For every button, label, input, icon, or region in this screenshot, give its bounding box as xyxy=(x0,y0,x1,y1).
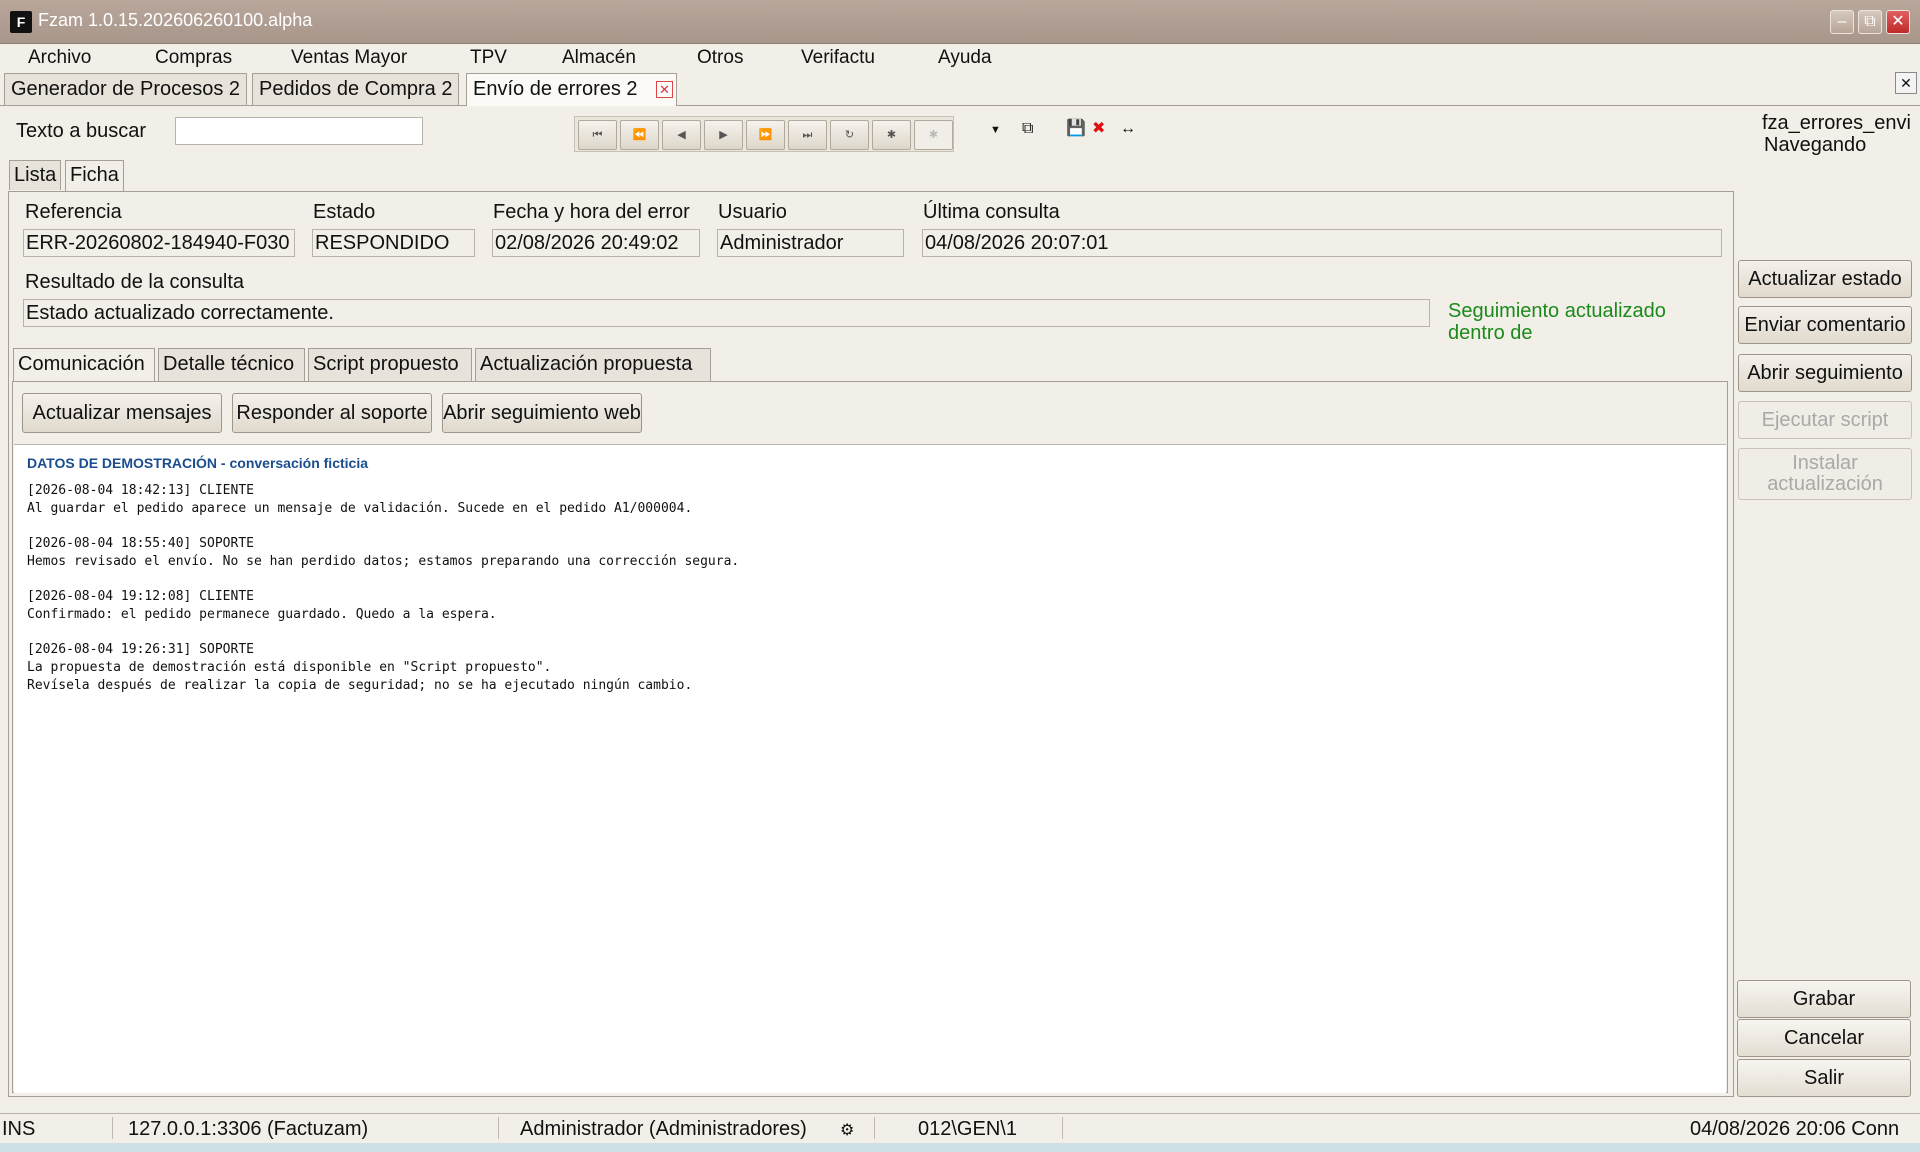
tab-ficha[interactable]: Ficha xyxy=(65,160,124,191)
estado-field[interactable]: RESPONDIDO xyxy=(312,229,475,257)
message-header: [2026-08-04 18:42:13] CLIENTE xyxy=(27,483,254,498)
last-record-button[interactable]: ⏭ xyxy=(788,120,827,150)
referencia-field[interactable]: ERR-20260802-184940-F030 xyxy=(23,229,295,257)
message-header: [2026-08-04 18:55:40] SOPORTE xyxy=(27,536,254,551)
reply-support-button[interactable]: Responder al soporte xyxy=(232,393,432,433)
cancel-button[interactable]: Cancelar xyxy=(1737,1019,1911,1057)
run-script-button[interactable]: Ejecutar script xyxy=(1738,401,1912,439)
exit-button[interactable]: Salir xyxy=(1737,1059,1911,1097)
fecha-error-field[interactable]: 02/08/2026 20:49:02 xyxy=(492,229,700,257)
message-header: [2026-08-04 19:26:31] SOPORTE xyxy=(27,642,254,657)
menu-ventas-mayor[interactable]: Ventas Mayor xyxy=(291,47,407,69)
menu-ayuda[interactable]: Ayuda xyxy=(938,47,992,69)
status-divider xyxy=(1062,1117,1063,1139)
fecha-error-label: Fecha y hora del error xyxy=(493,201,690,223)
tab-comunicacion[interactable]: Comunicación xyxy=(13,348,155,382)
referencia-label: Referencia xyxy=(25,201,122,223)
tracking-note: Seguimiento actualizado dentro de xyxy=(1448,300,1666,344)
menu-tpv[interactable]: TPV xyxy=(470,47,507,69)
status-divider xyxy=(874,1117,875,1139)
next-page-button[interactable]: ⏩ xyxy=(746,120,785,150)
refresh-messages-button[interactable]: Actualizar mensajes xyxy=(22,393,222,433)
status-divider xyxy=(498,1117,499,1139)
resize-horizontal-icon[interactable]: ↔ xyxy=(1120,119,1136,139)
tab-envio-errores[interactable]: Envío de errores 2 xyxy=(466,73,677,106)
status-divider xyxy=(112,1117,113,1139)
cancel-edit-button[interactable]: ✱ xyxy=(914,120,953,150)
user-status-icon: ⚙ xyxy=(840,1122,855,1139)
menu-compras[interactable]: Compras xyxy=(155,47,232,69)
save-disk-icon[interactable]: 💾 xyxy=(1066,119,1086,139)
menu-archivo[interactable]: Archivo xyxy=(28,47,91,69)
module-state: Navegando xyxy=(1764,134,1867,156)
message-header: [2026-08-04 19:12:08] CLIENTE xyxy=(27,589,254,604)
status-bar: INS 127.0.0.1:3306 (Factuzam) Administra… xyxy=(0,1113,1920,1143)
search-label: Texto a buscar xyxy=(16,120,147,142)
restore-button[interactable]: ⧉ xyxy=(1858,10,1882,34)
menu-verifactu[interactable]: Verifactu xyxy=(801,47,875,69)
messages-area[interactable]: DATOS DE DEMOSTRACIÓN - conversación fic… xyxy=(14,444,1726,1093)
menu-almacen[interactable]: Almacén xyxy=(562,47,636,69)
refresh-button[interactable]: ↻ xyxy=(830,120,869,150)
update-status-button[interactable]: Actualizar estado xyxy=(1738,260,1912,298)
search-input[interactable] xyxy=(175,117,423,145)
delete-icon[interactable]: ✖ xyxy=(1092,119,1105,139)
window-close-button[interactable]: ✕ xyxy=(1886,10,1910,34)
open-web-tracking-button[interactable]: Abrir seguimiento web xyxy=(442,393,642,433)
close-tab-icon[interactable]: ✕ xyxy=(656,81,673,98)
prev-page-button[interactable]: ⏪ xyxy=(620,120,659,150)
tab-envio-errores-label: Envío de errores 2 xyxy=(473,78,638,100)
message-body: Confirmado: el pedido permanece guardado… xyxy=(27,607,497,622)
tab-lista[interactable]: Lista xyxy=(9,160,62,190)
estado-label: Estado xyxy=(313,201,376,223)
status-user: Administrador (Administradores) xyxy=(520,1118,807,1140)
usuario-field[interactable]: Administrador xyxy=(717,229,904,257)
demo-heading: DATOS DE DEMOSTRACIÓN - conversación fic… xyxy=(27,455,368,471)
save-button[interactable]: Grabar xyxy=(1737,980,1911,1018)
menu-otros[interactable]: Otros xyxy=(697,47,743,69)
resultado-label: Resultado de la consulta xyxy=(25,271,245,293)
tab-generador-procesos[interactable]: Generador de Procesos 2 xyxy=(4,73,248,105)
prev-record-button[interactable]: ◀ xyxy=(662,120,701,150)
message-body: La propuesta de demostración está dispon… xyxy=(27,660,693,693)
send-comment-button[interactable]: Enviar comentario xyxy=(1738,306,1912,344)
status-mode: INS xyxy=(2,1118,36,1140)
app-logo-icon: F xyxy=(10,11,32,33)
usuario-label: Usuario xyxy=(718,201,787,223)
status-connection: 127.0.0.1:3306 (Factuzam) xyxy=(128,1118,369,1140)
post-button[interactable]: ✱ xyxy=(872,120,911,150)
open-tracking-button[interactable]: Abrir seguimiento xyxy=(1738,354,1912,392)
tab-detalle-tecnico[interactable]: Detalle técnico xyxy=(158,348,305,381)
window-title: Fzam 1.0.15.202606260100.alpha xyxy=(38,10,313,30)
install-update-button[interactable]: Instalar actualización xyxy=(1738,448,1912,500)
dropdown-arrow-icon[interactable]: ▼ xyxy=(990,120,1001,140)
copy-record-icon[interactable]: ⧉ xyxy=(1022,119,1033,139)
message-body: Al guardar el pedido aparece un mensaje … xyxy=(27,501,693,516)
tab-script-propuesto[interactable]: Script propuesto xyxy=(308,348,472,381)
message-body: Hemos revisado el envío. No se han perdi… xyxy=(27,554,740,569)
first-record-button[interactable]: ⏮ xyxy=(578,120,617,150)
ultima-consulta-label: Última consulta xyxy=(923,201,1060,223)
next-record-button[interactable]: ▶ xyxy=(704,120,743,150)
taskbar-strip xyxy=(0,1143,1920,1152)
close-panel-icon[interactable]: ✕ xyxy=(1895,72,1917,94)
minimize-button[interactable]: – xyxy=(1830,10,1854,34)
record-navigator: ⏮ ⏪ ◀ ▶ ⏩ ⏭ ↻ ✱ ✱ xyxy=(574,116,954,152)
resultado-field[interactable]: Estado actualizado correctamente. xyxy=(23,299,1430,327)
ultima-consulta-field[interactable]: 04/08/2026 20:07:01 xyxy=(922,229,1722,257)
tab-pedidos-compra[interactable]: Pedidos de Compra 2 xyxy=(252,73,460,105)
tab-actualizacion-propuesta[interactable]: Actualización propuesta xyxy=(475,348,711,381)
status-datetime: 04/08/2026 20:06 Conn xyxy=(1690,1118,1900,1140)
status-path: 012\GEN\1 xyxy=(918,1118,1017,1140)
module-name: fza_errores_envi xyxy=(1762,112,1911,134)
